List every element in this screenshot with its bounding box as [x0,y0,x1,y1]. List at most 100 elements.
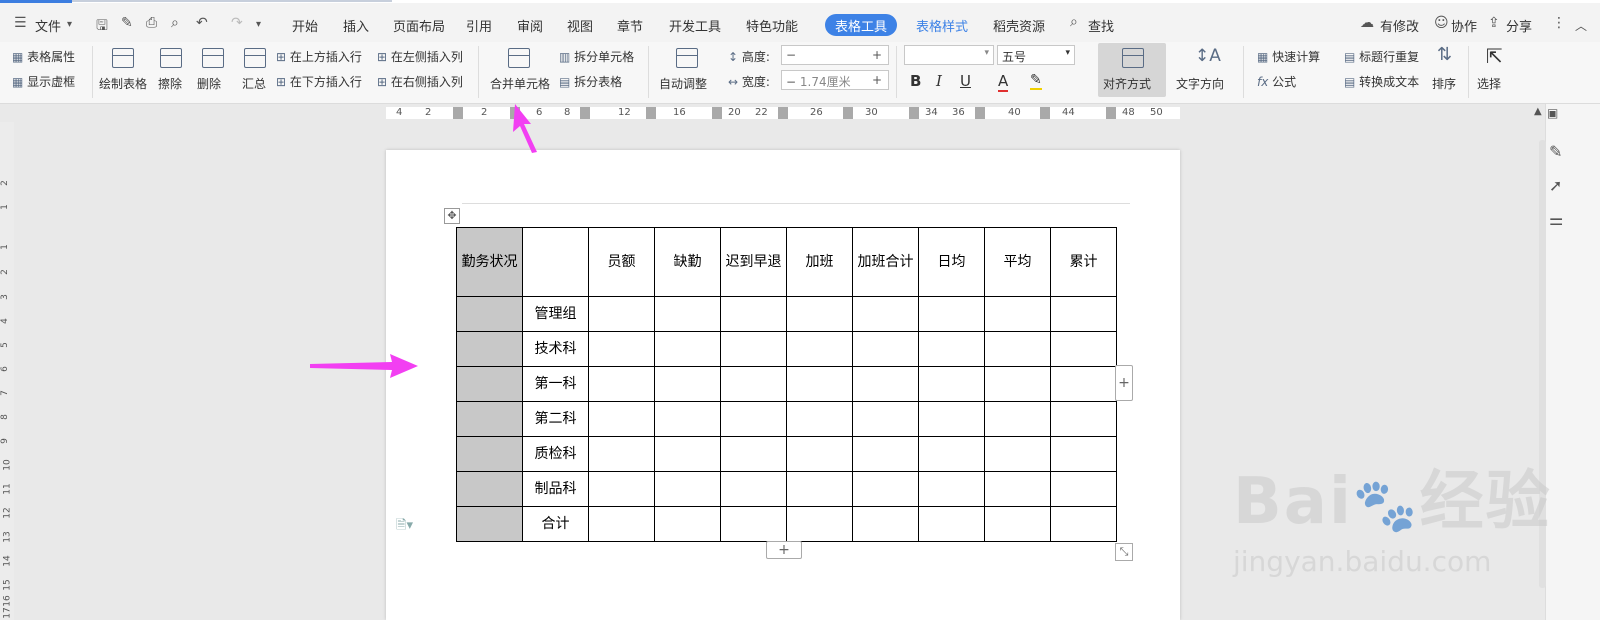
table-cell[interactable] [654,506,721,542]
ruler-column-marker[interactable] [580,107,590,119]
to-text-button[interactable]: ▤ 转换成文本 [1344,73,1419,90]
scroll-up-icon[interactable]: ▲ [1534,106,1542,117]
highlight-icon[interactable]: ✎ [1030,72,1042,90]
table-cell[interactable] [456,401,523,437]
table-cell[interactable] [588,471,655,507]
more-icon[interactable]: ▾ [256,19,261,30]
print-icon[interactable]: ⎙ [146,15,157,31]
table-cell[interactable]: 第一科 [522,366,589,402]
hamburger-icon[interactable]: ☰ [14,15,27,31]
ruler-column-marker[interactable] [646,107,656,119]
table-cell[interactable] [654,331,721,367]
add-row-button[interactable]: + [766,541,802,559]
ruler-column-marker[interactable] [778,107,788,119]
tab-docer-resources[interactable]: 稻壳资源 [993,16,1045,35]
table-cell[interactable] [918,401,985,437]
table-cell[interactable] [588,506,655,542]
table-cell[interactable] [522,227,589,297]
ruler-column-marker[interactable] [1040,107,1050,119]
summary-button[interactable]: 汇总 [242,75,266,92]
table-cell[interactable] [720,401,787,437]
table-cell[interactable]: 加班合计 [852,227,919,297]
add-column-button[interactable]: + [1115,365,1133,401]
tab-insert[interactable]: 插入 [343,16,369,35]
table-cell[interactable]: 日均 [918,227,985,297]
font-size-select[interactable]: 五号 ▾ [997,45,1075,65]
table-cell[interactable]: 缺勤 [654,227,721,297]
table-cell[interactable] [984,366,1051,402]
table-cell[interactable] [1050,366,1117,402]
format-painter-icon[interactable]: ✎ [121,15,133,31]
table-cell[interactable] [588,401,655,437]
tab-view[interactable]: 视图 [567,16,593,35]
table-cell[interactable] [786,331,853,367]
table-cell[interactable]: 累计 [1050,227,1117,297]
insert-col-left-button[interactable]: ⊞ 在左侧插入列 [377,48,463,65]
text-direction-button[interactable]: 文字方向 [1176,75,1224,92]
table-cell[interactable] [918,296,985,332]
table-cell[interactable]: 平均 [984,227,1051,297]
table-cell[interactable] [786,366,853,402]
table-cell[interactable] [984,296,1051,332]
table-cell[interactable] [720,296,787,332]
merge-cells-button[interactable]: 合并单元格 [490,75,550,92]
search-button[interactable]: 查找 [1088,16,1114,35]
table-cell[interactable] [654,401,721,437]
table-cell[interactable] [654,296,721,332]
erase-button[interactable]: 擦除 [158,75,182,92]
show-gridlines-button[interactable]: ▦ 显示虚框 [12,73,75,90]
table-cell[interactable] [918,331,985,367]
table-cell[interactable] [786,436,853,472]
table-cell[interactable]: 管理组 [522,296,589,332]
table-cell[interactable] [984,436,1051,472]
table-cell[interactable] [852,331,919,367]
table-cell[interactable] [786,471,853,507]
table-cell[interactable] [588,366,655,402]
file-menu[interactable]: 文件 [35,16,61,35]
table-cell[interactable] [456,436,523,472]
table-cell[interactable] [852,296,919,332]
table-cell[interactable] [918,506,985,542]
tab-review[interactable]: 审阅 [517,16,543,35]
table-cell[interactable] [786,401,853,437]
collab-button[interactable]: 协作 [1451,16,1477,35]
table-cell[interactable] [1050,296,1117,332]
align-button[interactable]: 对齐方式 [1103,75,1151,92]
table-cell[interactable] [588,296,655,332]
vertical-ruler[interactable]: 2 1 1 2 3 4 5 6 7 8 9 10 11 12 13 14 15 … [0,122,14,620]
split-cells-button[interactable]: ▥ 拆分单元格 [559,48,634,65]
tab-home[interactable]: 开始 [292,16,318,35]
table-cell[interactable]: 技术科 [522,331,589,367]
table-cell[interactable] [918,471,985,507]
table-cell[interactable] [918,366,985,402]
insert-row-above-button[interactable]: ⊞ 在上方插入行 [276,48,362,65]
more-vertical-icon[interactable]: ⋮ [1552,15,1566,31]
table-cell[interactable] [456,296,523,332]
table-cell[interactable] [456,506,523,542]
table-cell[interactable]: 制品科 [522,471,589,507]
table-cell[interactable]: 加班 [786,227,853,297]
font-family-select[interactable]: ▾ [904,45,994,65]
italic-button[interactable]: I [936,72,942,90]
ruler-column-marker[interactable] [909,107,919,119]
ruler-column-marker[interactable] [975,107,985,119]
table-cell[interactable] [456,366,523,402]
width-stepper[interactable]: − 1.74厘米 + [781,70,889,90]
height-stepper[interactable]: − + [781,45,889,65]
repeat-header-button[interactable]: ▤ 标题行重复 [1344,48,1419,65]
modified-status[interactable]: 有修改 [1380,16,1419,35]
table-cell[interactable] [720,506,787,542]
draw-table-button[interactable]: 绘制表格 [99,75,147,92]
insert-row-below-button[interactable]: ⊞ 在下方插入行 [276,73,362,90]
resize-table-icon[interactable]: ⤡ [1115,543,1133,561]
table-cell[interactable]: 合计 [522,506,589,542]
undo-icon[interactable]: ↶ [196,15,208,31]
table-cell[interactable] [918,436,985,472]
tab-references[interactable]: 引用 [466,16,492,35]
table-cell[interactable] [1050,506,1117,542]
formula-button[interactable]: fx 公式 [1257,73,1296,90]
ruler-column-marker[interactable] [1106,107,1116,119]
table-cell[interactable] [720,331,787,367]
table-cell[interactable] [852,506,919,542]
pane-toggle-icon[interactable]: ▣ [1547,106,1558,120]
